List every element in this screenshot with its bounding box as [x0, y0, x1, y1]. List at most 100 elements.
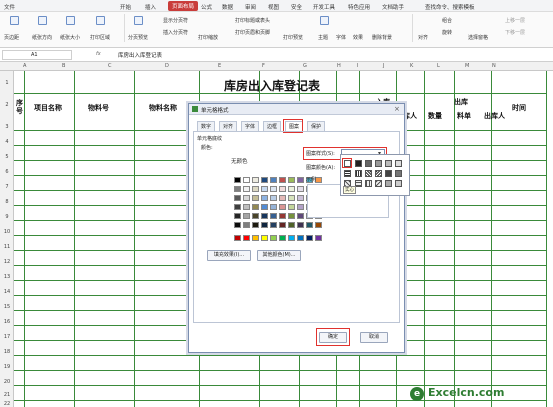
orientation-icon[interactable]: [38, 16, 47, 25]
column-header-b[interactable]: B: [62, 63, 65, 69]
menu-file[interactable]: 文件: [4, 3, 15, 11]
row-header-13[interactable]: 13: [0, 274, 14, 280]
row-header-15[interactable]: 15: [0, 304, 14, 310]
tab-border[interactable]: 边框: [263, 121, 282, 131]
orientation-button[interactable]: 纸张方向: [32, 34, 52, 41]
row-header-5[interactable]: 5: [0, 154, 14, 160]
fx-icon[interactable]: fx: [96, 51, 101, 57]
row-header-19[interactable]: 19: [0, 364, 14, 370]
paper-size-button[interactable]: 纸张大小: [60, 34, 80, 41]
row-header-7[interactable]: 7: [0, 184, 14, 190]
row-header-20[interactable]: 20: [0, 379, 14, 385]
pattern-swatch[interactable]: [365, 170, 372, 177]
formula-content[interactable]: 库房出入库登记表: [118, 51, 162, 59]
fill-effects-button[interactable]: 填充效果(I)...: [207, 250, 251, 261]
column-header-f[interactable]: F: [262, 63, 265, 69]
pattern-swatch[interactable]: [395, 180, 402, 187]
margins-button[interactable]: 页边距: [4, 34, 19, 41]
row-header-4[interactable]: 4: [0, 139, 14, 145]
print-area-button[interactable]: 打印区域: [90, 34, 110, 41]
menu-special[interactable]: 特色应用: [348, 3, 370, 11]
row-header-12[interactable]: 12: [0, 259, 14, 265]
page-break-preview-icon[interactable]: [134, 16, 143, 25]
pattern-swatch[interactable]: [355, 180, 362, 187]
print-header-footer-button[interactable]: 打印页眉和页脚: [235, 29, 270, 36]
pattern-swatch[interactable]: [395, 160, 402, 167]
column-header-g[interactable]: G: [303, 63, 307, 69]
bring-forward-button[interactable]: 上移一层: [505, 17, 525, 24]
row-header-14[interactable]: 14: [0, 289, 14, 295]
column-header-m[interactable]: M: [465, 63, 469, 69]
print-area-icon[interactable]: [96, 16, 105, 25]
row-header-18[interactable]: 18: [0, 349, 14, 355]
pattern-swatch[interactable]: [385, 180, 392, 187]
row-header-11[interactable]: 11: [0, 244, 14, 250]
rotate-button[interactable]: 旋转: [442, 29, 452, 36]
pattern-swatch[interactable]: [395, 170, 402, 177]
tab-number[interactable]: 数字: [197, 121, 216, 131]
more-colors-button[interactable]: 其他颜色(M)...: [257, 250, 301, 261]
row-header-21[interactable]: 21: [0, 392, 14, 398]
pattern-swatch[interactable]: [375, 160, 382, 167]
theme-button[interactable]: 主题: [318, 34, 328, 41]
menu-formulas[interactable]: 公式: [201, 3, 212, 11]
menu-review[interactable]: 审阅: [245, 3, 256, 11]
group-button[interactable]: 组合: [442, 17, 452, 24]
column-header-a[interactable]: A: [23, 63, 26, 69]
align-button[interactable]: 对齐: [418, 34, 428, 41]
no-color-option[interactable]: 无颜色: [231, 157, 248, 165]
menu-page-layout[interactable]: 页面布局: [168, 1, 199, 11]
row-header-6[interactable]: 6: [0, 169, 14, 175]
menu-insert[interactable]: 插入: [145, 3, 156, 11]
margins-icon[interactable]: [10, 16, 19, 25]
row-header-2[interactable]: 2: [0, 102, 14, 108]
paper-size-icon[interactable]: [66, 16, 75, 25]
show-page-breaks-toggle[interactable]: 显示分页符: [163, 17, 188, 24]
theme-icon[interactable]: [320, 16, 329, 25]
tab-alignment[interactable]: 对齐: [219, 121, 238, 131]
row-header-1[interactable]: 1: [0, 80, 14, 86]
tab-protection[interactable]: 保护: [307, 121, 326, 131]
selection-pane-button[interactable]: 选择窗格: [468, 34, 488, 41]
print-titles-button[interactable]: 打印标题或表头: [235, 17, 270, 24]
row-header-10[interactable]: 10: [0, 229, 14, 235]
column-header-d[interactable]: D: [165, 63, 169, 69]
menu-view[interactable]: 视图: [268, 3, 279, 11]
effects-button[interactable]: 效果: [353, 34, 363, 41]
row-header-16[interactable]: 16: [0, 319, 14, 325]
close-icon[interactable]: ×: [394, 105, 400, 113]
dialog-titlebar[interactable]: 单元格格式 ×: [189, 104, 404, 115]
menu-doc-assistant[interactable]: 文档助手: [382, 3, 404, 11]
menu-data[interactable]: 数据: [222, 3, 233, 11]
row-header-22[interactable]: 22: [0, 401, 14, 407]
pattern-swatch[interactable]: [355, 170, 362, 177]
column-header-i[interactable]: I: [357, 63, 358, 69]
row-header-9[interactable]: 9: [0, 214, 14, 220]
menu-security[interactable]: 安全: [291, 3, 302, 11]
font-button[interactable]: 字体: [336, 34, 346, 41]
tab-font[interactable]: 字体: [241, 121, 260, 131]
pattern-swatch[interactable]: [375, 170, 382, 177]
menu-home[interactable]: 开始: [120, 3, 131, 11]
remove-background-button[interactable]: 删除背景: [372, 34, 392, 41]
column-header-n[interactable]: N: [492, 63, 496, 69]
column-header-j[interactable]: J: [383, 63, 384, 69]
column-header-e[interactable]: E: [218, 63, 221, 69]
column-header-k[interactable]: K: [410, 63, 413, 69]
print-preview-button[interactable]: 打印预览: [283, 34, 303, 41]
pattern-swatch[interactable]: [385, 160, 392, 167]
row-header-17[interactable]: 17: [0, 334, 14, 340]
page-break-preview-button[interactable]: 分页预览: [128, 34, 148, 41]
print-scale-button[interactable]: 打印缩放: [198, 34, 218, 41]
pattern-swatch[interactable]: [365, 180, 372, 187]
column-header-c[interactable]: C: [108, 63, 112, 69]
insert-page-break-button[interactable]: 插入分页符: [163, 29, 188, 36]
cancel-button[interactable]: 取消: [360, 332, 388, 343]
pattern-swatch[interactable]: [375, 180, 382, 187]
menu-developer[interactable]: 开发工具: [313, 3, 335, 11]
send-backward-button[interactable]: 下移一层: [505, 29, 525, 36]
pattern-swatch[interactable]: [365, 160, 372, 167]
name-box[interactable]: A1: [2, 50, 72, 60]
pattern-swatch[interactable]: [355, 160, 362, 167]
row-header-8[interactable]: 8: [0, 199, 14, 205]
